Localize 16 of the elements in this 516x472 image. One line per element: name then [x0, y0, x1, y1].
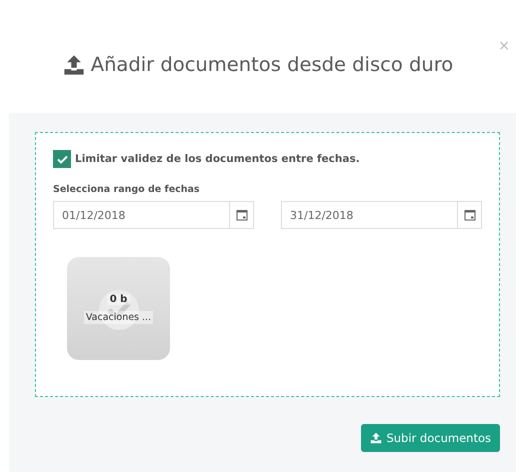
end-date-field[interactable]: 31/12/2018	[281, 201, 458, 229]
calendar-icon[interactable]	[464, 209, 476, 221]
checkbox-label: Limitar validez de los documentos entre fechas.	[75, 153, 360, 165]
file-size: 0 b	[106, 294, 130, 304]
file-name: Vacaciones ...	[84, 310, 154, 324]
drop-zone[interactable]: Limitar validez de los documentos entre fechas. Selecciona rango de fechas 01/12/2018 31/12/2018 0 b Vacaciones ...	[35, 132, 500, 397]
checkbox[interactable]	[53, 150, 71, 168]
file-thumbnail[interactable]: 0 b Vacaciones ...	[67, 257, 170, 360]
upload-button[interactable]: Subir documentos	[361, 424, 500, 452]
upload-icon	[62, 54, 85, 76]
start-date-field[interactable]: 01/12/2018	[53, 201, 230, 229]
dialog-title: Añadir documentos desde disco duro	[90, 53, 454, 76]
checkmark-icon	[56, 154, 68, 164]
upload-icon	[370, 432, 382, 444]
calendar-icon[interactable]	[236, 209, 248, 221]
field-label: Selecciona rango de fechas	[53, 184, 201, 195]
